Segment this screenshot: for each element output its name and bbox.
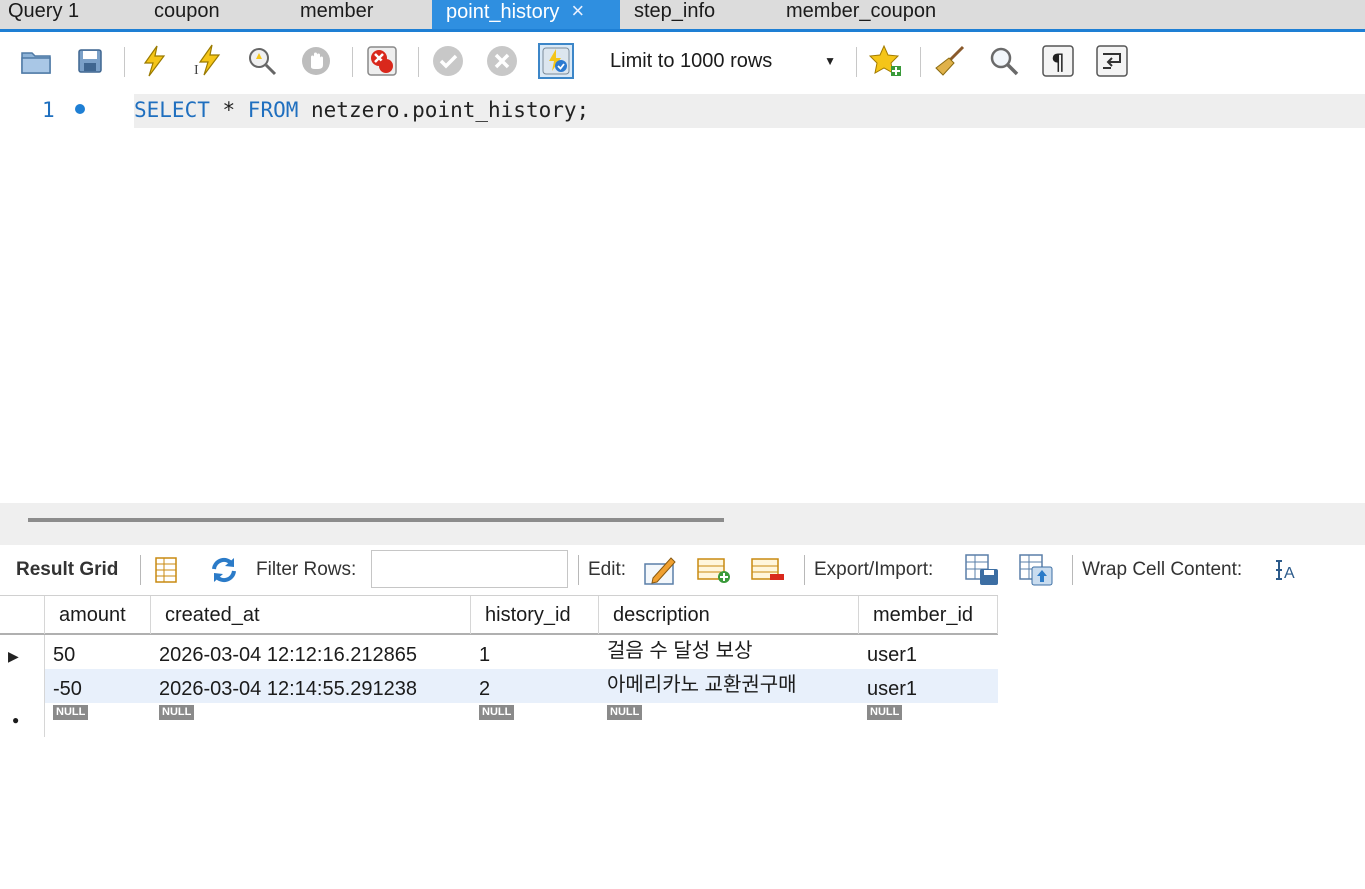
cell-member-id-null[interactable]: NULL — [859, 703, 998, 737]
keyword-select: SELECT — [134, 98, 210, 122]
grid-header: amount created_at history_id description… — [0, 595, 998, 635]
tab-step-info[interactable]: step_info — [626, 0, 723, 29]
code-operator: * — [209, 98, 248, 122]
tab-coupon[interactable]: coupon — [146, 0, 228, 29]
tab-member-coupon[interactable]: member_coupon — [778, 0, 944, 29]
cell-created-at-null[interactable]: NULL — [151, 703, 471, 737]
invisible-chars-icon[interactable]: ¶ — [1040, 43, 1076, 79]
sql-code-line[interactable]: SELECT * FROM netzero.point_history; — [134, 98, 589, 122]
execute-current-icon[interactable]: I — [190, 43, 226, 79]
splitter-handle[interactable] — [28, 518, 724, 522]
result-grid-tab[interactable]: Result Grid — [16, 559, 118, 581]
add-snippet-icon[interactable] — [868, 43, 904, 79]
add-row-icon[interactable] — [696, 553, 732, 587]
chevron-down-icon: ▼ — [824, 54, 836, 68]
tab-label: coupon — [154, 0, 220, 22]
query-tab-bar: Query 1 coupon member point_history × ste… — [0, 0, 1365, 32]
cell-description[interactable]: 걸음 수 달성 보상 — [599, 635, 859, 669]
open-folder-icon[interactable] — [18, 43, 54, 79]
result-toolbar: Result Grid Filter Rows: Edit: Export/Im… — [0, 545, 1365, 595]
stop-icon[interactable] — [298, 43, 334, 79]
cell-created-at[interactable]: 2026-03-04 12:12:16.212865 — [151, 635, 471, 669]
tab-member[interactable]: member — [292, 0, 381, 29]
sql-editor-toolbar: I Limit to 1000 rows ▼ ¶ — [0, 35, 1365, 87]
cell-description-null[interactable]: NULL — [599, 703, 859, 737]
panel-splitter[interactable] — [0, 503, 1365, 545]
export-icon[interactable] — [964, 553, 1000, 587]
sql-editor[interactable]: 1 SELECT * FROM netzero.point_history; — [0, 88, 1365, 503]
row-header[interactable]: ▶ — [0, 635, 45, 669]
row-header[interactable]: ● — [0, 703, 45, 737]
save-icon[interactable] — [72, 43, 108, 79]
column-header-description[interactable]: description — [599, 596, 859, 634]
filter-rows-label: Filter Rows: — [256, 559, 357, 580]
statement-marker-icon — [75, 104, 85, 114]
cell-member-id[interactable]: user1 — [859, 669, 998, 703]
cell-description[interactable]: 아메리카노 교환권구매 — [599, 669, 859, 703]
current-row-icon: ▶ — [8, 648, 19, 664]
toggle-error-icon[interactable] — [364, 43, 400, 79]
limit-rows-select[interactable]: Limit to 1000 rows ▼ — [602, 43, 842, 79]
execute-icon[interactable] — [136, 43, 172, 79]
tab-label: step_info — [634, 0, 716, 22]
column-header-created-at[interactable]: created_at — [151, 596, 471, 634]
refresh-icon[interactable] — [206, 553, 242, 587]
wrap-icon[interactable] — [1094, 43, 1130, 79]
new-row[interactable]: ● NULL NULL NULL NULL NULL — [0, 703, 998, 737]
limit-rows-label: Limit to 1000 rows — [610, 50, 773, 72]
row-header[interactable] — [0, 669, 45, 703]
cell-amount[interactable]: -50 — [45, 669, 151, 703]
svg-text:A: A — [1284, 565, 1295, 582]
tab-label: Query 1 — [8, 0, 80, 22]
keyword-from: FROM — [247, 98, 299, 122]
null-badge: NULL — [479, 705, 515, 720]
beautify-icon[interactable] — [932, 43, 968, 79]
column-header-amount[interactable]: amount — [45, 596, 151, 634]
filter-rows-input[interactable] — [371, 550, 568, 588]
wrap-cell-icon[interactable]: A — [1270, 553, 1306, 587]
column-header-history-id[interactable]: history_id — [471, 596, 599, 634]
cell-history-id[interactable]: 2 — [471, 669, 599, 703]
find-icon[interactable] — [986, 43, 1022, 79]
svg-text:¶: ¶ — [1051, 51, 1065, 76]
wrap-cell-label: Wrap Cell Content: — [1082, 559, 1243, 580]
explain-icon[interactable] — [244, 43, 280, 79]
table-row[interactable]: -50 2026-03-04 12:14:55.291238 2 아메리카노 교… — [0, 669, 998, 703]
table-row[interactable]: ▶ 50 2026-03-04 12:12:16.212865 1 걸음 수 달… — [0, 635, 998, 669]
cell-amount[interactable]: 50 — [45, 635, 151, 669]
cell-history-id[interactable]: 1 — [471, 635, 599, 669]
cell-member-id[interactable]: user1 — [859, 635, 998, 669]
tab-point-history[interactable]: point_history × — [432, 0, 620, 29]
null-badge: NULL — [607, 705, 643, 720]
row-header-corner — [0, 596, 45, 634]
delete-row-icon[interactable] — [750, 553, 786, 587]
new-row-icon: ● — [12, 713, 20, 727]
code-table-name: netzero.point_history; — [298, 98, 590, 122]
tab-query-1[interactable]: Query 1 — [0, 0, 87, 29]
tab-label: member — [300, 0, 374, 22]
tab-label: member_coupon — [786, 0, 937, 22]
null-badge: NULL — [159, 705, 195, 720]
null-badge: NULL — [867, 705, 903, 720]
column-header-member-id[interactable]: member_id — [859, 596, 998, 634]
svg-text:I: I — [194, 63, 199, 78]
autocommit-icon[interactable] — [538, 43, 574, 79]
cell-created-at[interactable]: 2026-03-04 12:14:55.291238 — [151, 669, 471, 703]
cell-history-id-null[interactable]: NULL — [471, 703, 599, 737]
edit-row-icon[interactable] — [642, 553, 678, 587]
null-badge: NULL — [53, 705, 89, 720]
edit-label: Edit: — [588, 559, 627, 580]
close-icon[interactable]: × — [571, 0, 584, 23]
export-import-label: Export/Import: — [814, 559, 934, 580]
commit-icon[interactable] — [430, 43, 466, 79]
import-icon[interactable] — [1018, 553, 1054, 587]
rollback-icon[interactable] — [484, 43, 520, 79]
line-number: 1 — [42, 98, 55, 122]
tab-label: point_history — [446, 1, 560, 23]
grid-layout-icon[interactable] — [148, 553, 184, 587]
cell-amount-null[interactable]: NULL — [45, 703, 151, 737]
